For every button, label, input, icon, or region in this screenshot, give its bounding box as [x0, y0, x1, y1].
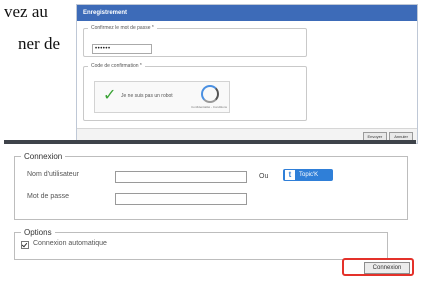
recaptcha-widget[interactable]: ✓ Je ne suis pas un robot Confidentialit… [94, 81, 230, 113]
login-panel: Connexion Nom d'utilisateur Ou t Topic'K … [4, 140, 416, 276]
topick-login-button[interactable]: t Topic'K [283, 169, 333, 181]
auto-login-label: Connexion automatique [33, 240, 107, 247]
recaptcha-caption: Confidentialité - Conditions [191, 105, 227, 109]
options-legend: Options [24, 228, 52, 237]
password-input[interactable] [115, 193, 247, 205]
topick-button-label: Topic'K [299, 172, 319, 178]
confirmation-code-fieldset: Code de confirmation * ✓ Je ne suis pas … [83, 63, 307, 121]
connexion-legend: Connexion [24, 152, 63, 161]
auto-login-checkbox[interactable] [21, 241, 29, 249]
password-confirm-fieldset: Confirmez le mot de passe * •••••• [83, 25, 307, 57]
document-text-line-2: ner de [18, 34, 61, 53]
username-label: Nom d'utilisateur [27, 171, 79, 178]
registration-panel: Enregistrement Confirmez le mot de passe… [76, 4, 418, 144]
password-confirm-legend: Confirmez le mot de passe * [91, 25, 154, 31]
panel-titlebar: Enregistrement [77, 5, 417, 21]
topick-logo-icon: t [285, 170, 295, 180]
connexion-submit-button[interactable]: Connexion [364, 262, 410, 274]
connexion-fieldset: Connexion Nom d'utilisateur Ou t Topic'K … [14, 152, 408, 220]
panel-divider [4, 140, 416, 144]
password-label: Mot de passe [27, 193, 70, 200]
confirmation-code-legend: Code de confirmation * [91, 63, 142, 69]
recaptcha-label: Je ne suis pas un robot [121, 93, 173, 99]
checkmark-icon[interactable]: ✓ [103, 88, 116, 104]
options-fieldset: Options Connexion automatique [14, 228, 388, 260]
or-label: Ou [259, 173, 269, 180]
recaptcha-logo-icon [201, 85, 219, 103]
username-input[interactable] [115, 171, 247, 183]
document-text-line-1: vez au [4, 2, 48, 21]
password-confirm-input[interactable]: •••••• [92, 44, 152, 54]
